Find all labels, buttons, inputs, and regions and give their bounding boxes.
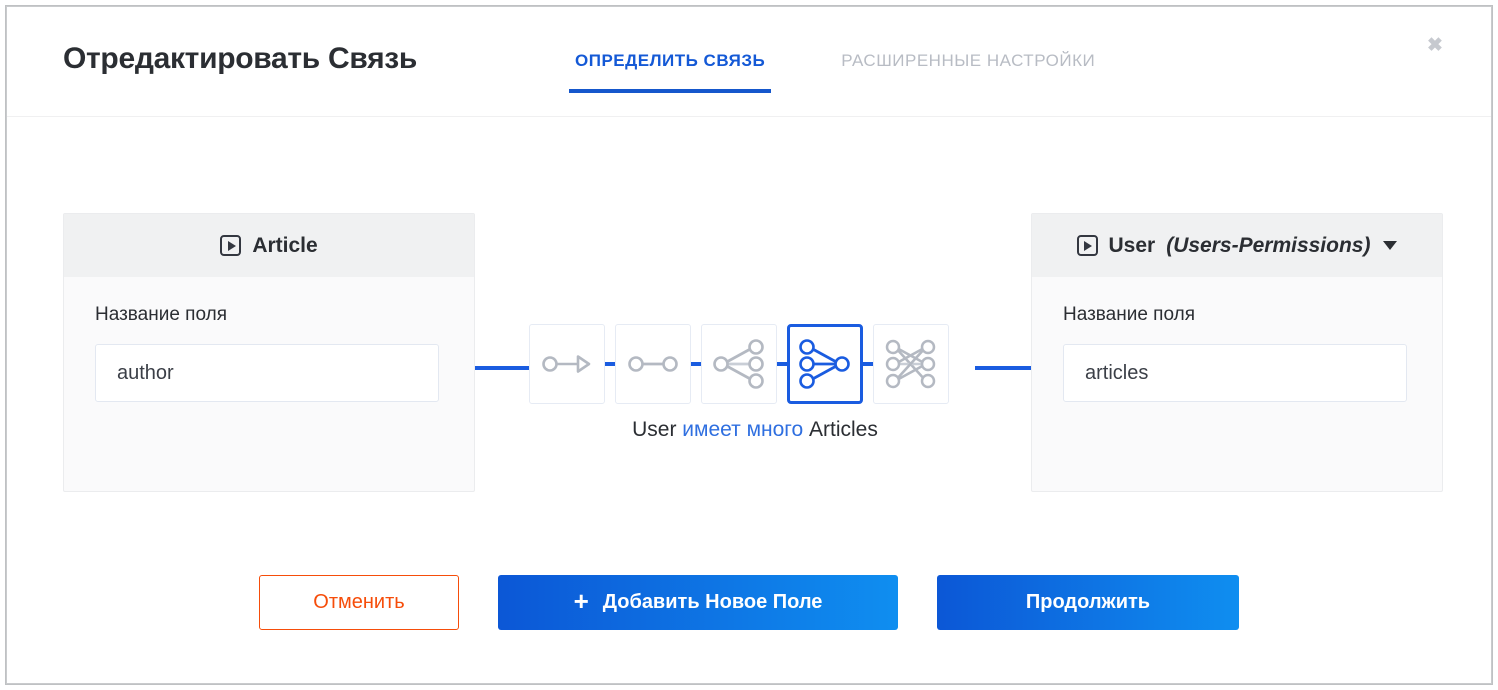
cancel-button[interactable]: Отменить bbox=[259, 574, 459, 630]
target-entity-card: User (Users-Permissions) Название поля bbox=[1031, 213, 1443, 492]
target-entity-plugin: (Users-Permissions) bbox=[1166, 233, 1371, 257]
edit-relation-modal: Отредактировать Связь ОПРЕДЕЛИТЬ СВЯЗЬ Р… bbox=[6, 6, 1492, 684]
relation-option-belongs-to-many[interactable] bbox=[787, 324, 863, 404]
target-field-name-input[interactable] bbox=[1063, 344, 1407, 402]
belongs-to-one-icon bbox=[628, 356, 678, 372]
source-entity-body: Название поля bbox=[64, 277, 474, 402]
relation-option-belongs-to-one[interactable] bbox=[615, 324, 691, 404]
modal-header: Отредактировать Связь ОПРЕДЕЛИТЬ СВЯЗЬ Р… bbox=[7, 7, 1491, 117]
relation-description: User имеет много Articles bbox=[475, 418, 1035, 442]
tab-bar: ОПРЕДЕЛИТЬ СВЯЗЬ РАСШИРЕННЫЕ НАСТРОЙКИ bbox=[569, 51, 1101, 93]
tab-define-relation[interactable]: ОПРЕДЕЛИТЬ СВЯЗЬ bbox=[569, 51, 772, 93]
belongs-to-many-icon bbox=[799, 339, 850, 389]
connector-segment bbox=[863, 362, 873, 366]
add-new-field-button[interactable]: + Добавить Новое Поле bbox=[498, 574, 898, 630]
connector-segment bbox=[605, 362, 615, 366]
source-field-name-input[interactable] bbox=[95, 344, 439, 402]
page-title: Отредактировать Связь bbox=[63, 42, 418, 75]
many-to-many-icon bbox=[885, 339, 936, 389]
collection-type-icon bbox=[220, 235, 242, 256]
target-field-label: Название поля bbox=[1063, 304, 1195, 325]
relation-option-has-one[interactable] bbox=[529, 324, 605, 404]
close-icon[interactable]: ✖ bbox=[1421, 31, 1449, 59]
connector-line-left bbox=[475, 366, 535, 370]
modal-footer: Отменить + Добавить Новое Поле Продолжит… bbox=[7, 555, 1491, 683]
target-entity-body: Название поля bbox=[1032, 277, 1442, 402]
connector-line-right bbox=[975, 366, 1035, 370]
target-entity-header[interactable]: User (Users-Permissions) bbox=[1032, 214, 1442, 277]
relation-option-has-many[interactable] bbox=[701, 324, 777, 404]
target-entity-name: User bbox=[1108, 233, 1156, 257]
add-new-field-label: Добавить Новое Поле bbox=[602, 590, 823, 613]
relation-source-label: User bbox=[632, 418, 677, 441]
connector-segment bbox=[691, 362, 701, 366]
relation-selector: User имеет много Articles bbox=[475, 213, 1035, 492]
modal-body: Article Название поля author User имеет … bbox=[7, 117, 1491, 557]
has-many-icon bbox=[713, 339, 764, 389]
source-entity-header: Article bbox=[64, 214, 474, 277]
tab-advanced-settings[interactable]: РАСШИРЕННЫЕ НАСТРОЙКИ bbox=[835, 51, 1101, 93]
source-entity-card: Article Название поля bbox=[63, 213, 475, 492]
collection-type-icon bbox=[1076, 235, 1098, 256]
chevron-down-icon[interactable] bbox=[1383, 241, 1398, 250]
relation-kind-label: имеет много bbox=[682, 418, 804, 441]
relation-target-label: Articles bbox=[809, 418, 878, 441]
source-field-label: Название поля bbox=[95, 304, 227, 325]
continue-button[interactable]: Продолжить bbox=[937, 574, 1239, 630]
source-entity-name: Article bbox=[252, 233, 318, 257]
relation-option-many-to-many[interactable] bbox=[873, 324, 949, 404]
relation-type-buttons bbox=[529, 324, 949, 404]
has-one-icon bbox=[542, 355, 591, 373]
plus-icon: + bbox=[573, 586, 589, 616]
connector-segment bbox=[777, 362, 787, 366]
